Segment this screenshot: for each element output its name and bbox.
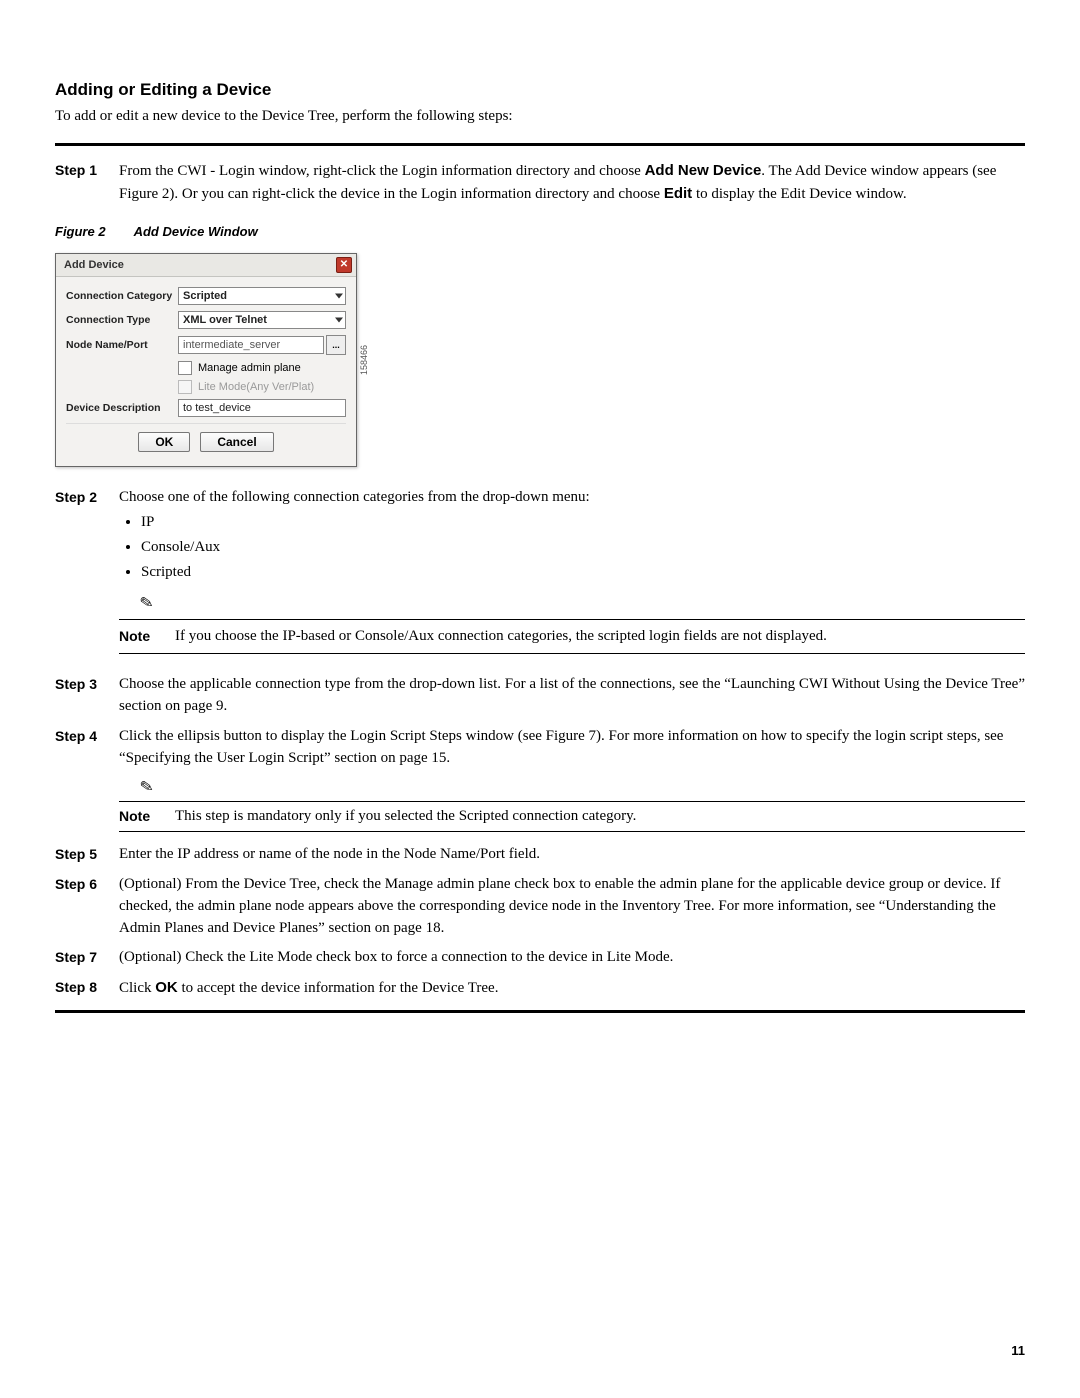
- step-body: Choose the applicable connection type fr…: [119, 674, 1025, 718]
- step-body: Click the ellipsis button to display the…: [119, 726, 1025, 770]
- bold: OK: [155, 979, 178, 996]
- rule-top: [55, 143, 1025, 146]
- input-value: to test_device: [183, 402, 251, 414]
- step-label: Step 6: [55, 874, 119, 894]
- step-8: Step 8 Click OK to accept the device inf…: [55, 977, 1025, 1000]
- step-label: Step 4: [55, 726, 119, 746]
- device-description-input[interactable]: to test_device: [178, 399, 346, 417]
- row-connection-type: Connection Type XML over Telnet: [66, 311, 346, 329]
- note-block: ✎ Note If you choose the IP-based or Con…: [119, 592, 1025, 655]
- ellipsis-button[interactable]: ...: [326, 335, 346, 355]
- label: Node Name/Port: [66, 339, 178, 351]
- step-body: From the CWI - Login window, right-click…: [119, 160, 1025, 206]
- chevron-down-icon: [335, 317, 343, 322]
- pencil-icon: ✎: [139, 776, 156, 798]
- step-3: Step 3 Choose the applicable connection …: [55, 674, 1025, 718]
- row-manage-admin[interactable]: Manage admin plane: [178, 361, 346, 375]
- row-connection-category: Connection Category Scripted: [66, 287, 346, 305]
- row-lite-mode: Lite Mode(Any Ver/Plat): [178, 380, 346, 394]
- text: to accept the device information for the…: [178, 980, 499, 996]
- add-device-window: Add Device ✕ Connection Category Scripte…: [55, 253, 357, 467]
- step-7: Step 7 (Optional) Check the Lite Mode ch…: [55, 947, 1025, 969]
- list-item: Console/Aux: [141, 537, 1025, 559]
- checkbox-label: Manage admin plane: [198, 362, 301, 374]
- rule-bottom: [55, 1010, 1025, 1013]
- note-text: This step is mandatory only if you selec…: [175, 808, 636, 825]
- figure-number: Figure 2: [55, 224, 106, 239]
- note-label: Note: [119, 808, 175, 824]
- step-2: Step 2 Choose one of the following conne…: [55, 487, 1025, 667]
- figure-title: Add Device Window: [134, 224, 258, 239]
- note-label: Note: [119, 626, 175, 646]
- ok-button[interactable]: OK: [138, 432, 190, 452]
- checkbox-label: Lite Mode(Any Ver/Plat): [198, 381, 314, 393]
- bold: Add New Device: [645, 162, 762, 179]
- label: Connection Category: [66, 290, 178, 302]
- label: Connection Type: [66, 314, 178, 326]
- bullet-list: IP Console/Aux Scripted: [119, 512, 1025, 583]
- checkbox-icon[interactable]: [178, 361, 192, 375]
- window-titlebar: Add Device ✕: [56, 254, 356, 277]
- step-6: Step 6 (Optional) From the Device Tree, …: [55, 874, 1025, 939]
- step-body: (Optional) Check the Lite Mode check box…: [119, 947, 1025, 969]
- step-4: Step 4 Click the ellipsis button to disp…: [55, 726, 1025, 770]
- close-icon[interactable]: ✕: [336, 257, 352, 273]
- page-number: 11: [55, 1343, 1025, 1358]
- combo-value: XML over Telnet: [183, 314, 267, 326]
- step-1: Step 1 From the CWI - Login window, righ…: [55, 160, 1025, 206]
- window-title: Add Device: [64, 259, 124, 271]
- step-label: Step 3: [55, 674, 119, 694]
- node-name-input[interactable]: intermediate_server: [178, 336, 324, 354]
- connection-type-combo[interactable]: XML over Telnet: [178, 311, 346, 329]
- text: Click: [119, 980, 155, 996]
- list-item: IP: [141, 512, 1025, 534]
- step-body: Enter the IP address or name of the node…: [119, 844, 1025, 866]
- row-node-name: Node Name/Port intermediate_server ...: [66, 335, 346, 355]
- combo-value: Scripted: [183, 290, 227, 302]
- pencil-icon: ✎: [138, 591, 155, 616]
- list-item: Scripted: [141, 562, 1025, 584]
- section-heading: Adding or Editing a Device: [55, 80, 1025, 100]
- step-label: Step 8: [55, 977, 119, 997]
- text: Choose one of the following connection c…: [119, 489, 590, 505]
- step-label: Step 5: [55, 844, 119, 864]
- input-value: intermediate_server: [183, 339, 280, 351]
- text: to display the Edit Device window.: [692, 186, 906, 202]
- step-5: Step 5 Enter the IP address or name of t…: [55, 844, 1025, 866]
- step-label: Step 7: [55, 947, 119, 967]
- step-body: Choose one of the following connection c…: [119, 487, 1025, 667]
- row-device-description: Device Description to test_device: [66, 399, 346, 417]
- step-body: (Optional) From the Device Tree, check t…: [119, 874, 1025, 939]
- note-text: If you choose the IP-based or Console/Au…: [175, 626, 827, 648]
- cancel-button[interactable]: Cancel: [200, 432, 273, 452]
- step-label: Step 1: [55, 160, 119, 180]
- note-block: ✎ Note This step is mandatory only if yo…: [119, 777, 1025, 832]
- connection-category-combo[interactable]: Scripted: [178, 287, 346, 305]
- checkbox-icon: [178, 380, 192, 394]
- intro-text: To add or edit a new device to the Devic…: [55, 108, 1025, 125]
- chevron-down-icon: [335, 293, 343, 298]
- figure-add-device: Add Device ✕ Connection Category Scripte…: [55, 253, 367, 467]
- step-body: Click OK to accept the device informatio…: [119, 977, 1025, 1000]
- bold: Edit: [664, 185, 692, 202]
- step-label: Step 2: [55, 487, 119, 507]
- figure-caption: Figure 2 Add Device Window: [55, 224, 1025, 239]
- button-row: OK Cancel: [66, 423, 346, 462]
- label: Device Description: [66, 402, 178, 414]
- text: From the CWI - Login window, right-click…: [119, 163, 645, 179]
- figure-id: 158466: [359, 344, 369, 374]
